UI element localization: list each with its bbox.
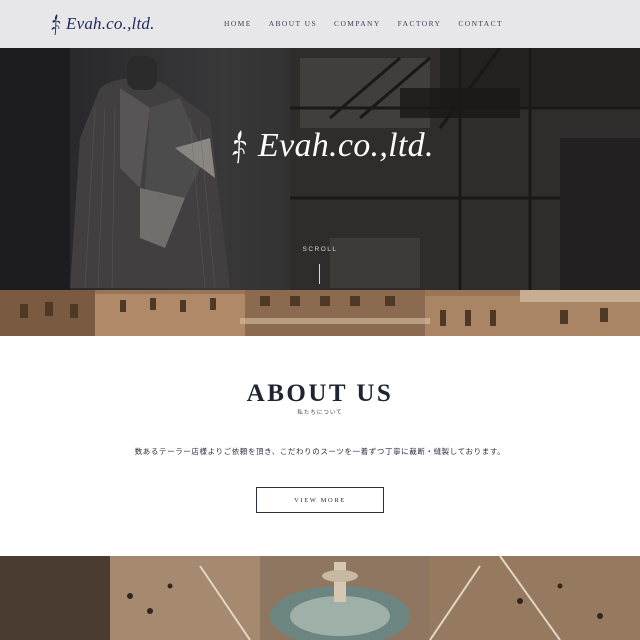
hero-logo-text: Evah.co.,ltd.: [258, 127, 434, 164]
site-header: Evah.co.,ltd. HOME ABOUT US COMPANY FACT…: [0, 0, 640, 48]
header-logo[interactable]: Evah.co.,ltd.: [50, 10, 155, 38]
lily-flower-icon: [51, 14, 61, 36]
scroll-indicator-line: [319, 264, 320, 284]
plaza-fountain-image: [0, 556, 640, 640]
view-more-button[interactable]: VIEW MORE: [256, 487, 384, 513]
about-subtitle: 私たちについて: [297, 410, 343, 416]
nav-contact[interactable]: CONTACT: [458, 19, 503, 28]
logo-text: Evah.co.,ltd.: [66, 14, 155, 33]
nav-about-us[interactable]: ABOUT US: [269, 19, 317, 28]
scroll-indicator-label[interactable]: SCROLL: [0, 246, 640, 253]
about-title: ABOUT US: [246, 380, 394, 407]
lily-flower-icon: [232, 130, 247, 164]
about-section: ABOUT US 私たちについて 数あるテーラー店様よりご依頼を頂き、こだわりの…: [0, 336, 640, 556]
nav-home[interactable]: HOME: [224, 19, 252, 28]
city-rooftops-image: [0, 290, 640, 336]
nav-factory[interactable]: FACTORY: [398, 19, 442, 28]
hero-banner: Evah.co.,ltd. SCROLL: [0, 48, 640, 290]
hero-overlay: [0, 48, 640, 290]
main-nav: HOME ABOUT US COMPANY FACTORY CONTACT: [224, 19, 520, 28]
about-description: 数あるテーラー店様よりご依頼を頂き、こだわりのスーツを一着ずつ丁寧に裁断・縫製し…: [134, 447, 506, 456]
hero-logo: Evah.co.,ltd.: [230, 124, 434, 168]
nav-company[interactable]: COMPANY: [334, 19, 381, 28]
